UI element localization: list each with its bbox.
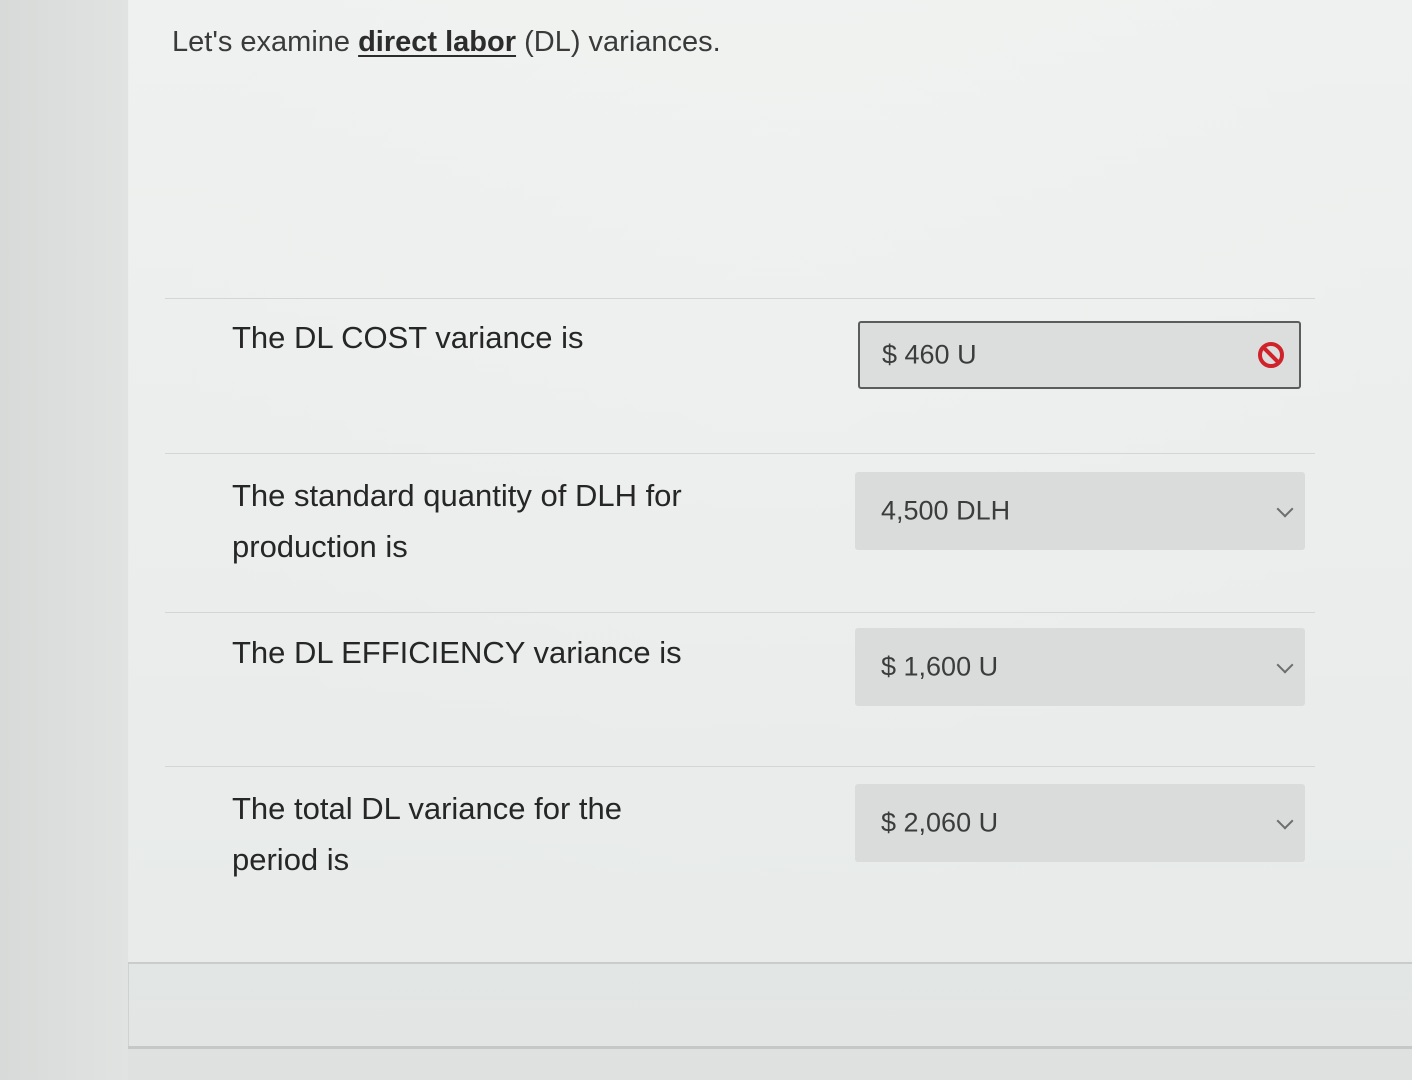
row-divider	[165, 298, 1315, 299]
next-panel-edge	[128, 1046, 1412, 1080]
intro-prefix: Let's examine	[172, 26, 359, 58]
row-divider	[165, 766, 1315, 767]
total-dl-variance-dropdown[interactable]: $ 2,060 U	[855, 784, 1305, 862]
intro-suffix: (DL) variances.	[516, 26, 721, 58]
dl-cost-variance-dropdown[interactable]: $ 460 U	[858, 321, 1301, 389]
left-margin	[0, 0, 129, 1080]
intro-text: Let's examine direct labor (DL) variance…	[172, 26, 721, 59]
row-divider	[165, 453, 1315, 454]
total-dl-variance-label: The total DL variance for the period is	[232, 791, 622, 877]
chevron-down-icon	[1276, 656, 1294, 674]
standard-quantity-dlh-label: The standard quantity of DLH for product…	[232, 478, 682, 564]
dl-cost-variance-value: $ 460 U	[882, 339, 977, 370]
dl-efficiency-variance-dropdown[interactable]: $ 1,600 U	[855, 628, 1305, 706]
standard-quantity-dlh-dropdown[interactable]: 4,500 DLH	[855, 472, 1305, 550]
row-divider	[165, 612, 1315, 613]
chevron-down-icon	[1276, 812, 1294, 830]
total-dl-variance-value: $ 2,060 U	[881, 807, 999, 838]
direct-labor-link[interactable]: direct labor	[358, 26, 516, 58]
dl-efficiency-variance-value: $ 1,600 U	[881, 651, 999, 682]
no-entry-icon	[1258, 342, 1284, 368]
standard-quantity-dlh-value: 4,500 DLH	[881, 495, 1011, 526]
dl-efficiency-variance-label: The DL EFFICIENCY variance is	[232, 635, 682, 670]
dl-cost-variance-label: The DL COST variance is	[232, 320, 584, 355]
chevron-down-icon	[1276, 500, 1294, 518]
